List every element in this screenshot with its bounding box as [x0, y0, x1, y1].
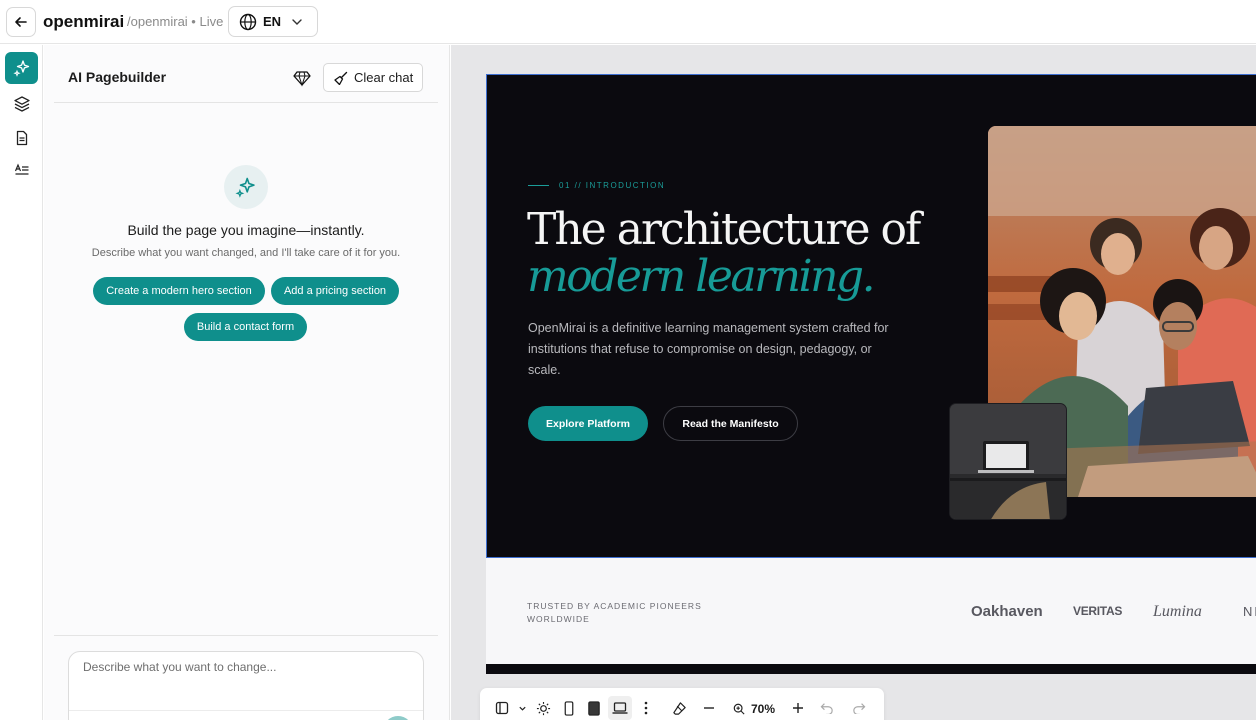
- tablet-view-button[interactable]: [586, 700, 602, 716]
- logo-lumina: Lumina: [1153, 603, 1202, 620]
- logo-oakhaven: Oakhaven: [971, 603, 1043, 620]
- rail-ai-builder-button[interactable]: [5, 52, 38, 84]
- plus-icon: [793, 703, 803, 713]
- zoom-icon-wrap: [732, 701, 746, 717]
- trusted-by-section[interactable]: TRUSTED BY ACADEMIC PIONEERS WORLDWIDE O…: [486, 558, 1256, 664]
- layers-icon: [13, 96, 30, 112]
- eraser-button[interactable]: [671, 700, 687, 716]
- top-bar: openmirai /openmirai • Live EN: [0, 0, 1256, 44]
- eyebrow-line: [528, 185, 549, 186]
- hero-photo-laptop: [949, 403, 1067, 520]
- document-icon: [16, 130, 27, 146]
- prompt-divider: [69, 710, 423, 711]
- next-section-edge: [486, 664, 1256, 674]
- zoom-out-button[interactable]: [701, 700, 717, 716]
- zoom-in-icon: [733, 703, 745, 715]
- eraser-icon: [672, 701, 686, 715]
- hero-headline-accent: modern learning.: [527, 251, 876, 302]
- broom-icon: [334, 71, 348, 85]
- trusted-label: TRUSTED BY ACADEMIC PIONEERS WORLDWIDE: [527, 601, 702, 624]
- clear-chat-button[interactable]: Clear chat: [323, 63, 423, 92]
- theme-toggle-button[interactable]: [535, 700, 551, 716]
- more-vertical-icon: [644, 701, 648, 715]
- hero-headline: The architecture of: [527, 204, 921, 255]
- language-label: EN: [263, 14, 282, 29]
- redo-icon: [853, 703, 866, 714]
- empty-state-subtitle: Describe what you want changed, and I'll…: [91, 247, 401, 259]
- empty-state-badge: [224, 165, 268, 209]
- desktop-view-icon-wrap: [612, 700, 628, 716]
- read-manifesto-button[interactable]: Read the Manifesto: [663, 406, 798, 441]
- zoom-level[interactable]: 70%: [751, 702, 775, 716]
- app-path-status: /openmirai • Live: [127, 14, 224, 29]
- chevron-down-icon: [518, 706, 526, 711]
- chevron-down-icon: [292, 18, 302, 25]
- phone-icon: [564, 700, 574, 716]
- page-preview-frame: 01 // INTRODUCTION The architecture of m…: [486, 74, 1256, 674]
- redo-button[interactable]: [851, 700, 867, 716]
- suggestion-pricing-section[interactable]: Add a pricing section: [271, 277, 399, 305]
- panel-menu-dropdown[interactable]: [516, 700, 528, 716]
- more-options-button[interactable]: [640, 700, 652, 716]
- explore-platform-button[interactable]: Explore Platform: [528, 406, 648, 441]
- panel-divider: [54, 635, 438, 636]
- panel-divider: [54, 102, 438, 103]
- sparkles-icon: [12, 60, 29, 77]
- undo-button[interactable]: [819, 700, 835, 716]
- rail-pages-button[interactable]: [5, 122, 38, 154]
- logo-veritas: VERITAS: [1073, 604, 1123, 618]
- hero-description: OpenMirai is a definitive learning manag…: [528, 321, 889, 377]
- sidebar-rail: [0, 45, 43, 720]
- sparkles-icon: [235, 177, 255, 198]
- toggle-panel-button[interactable]: [494, 700, 510, 716]
- sun-icon: [536, 701, 550, 715]
- preview-canvas: 01 // INTRODUCTION The architecture of m…: [451, 45, 1256, 720]
- sidebar-toggle-icon: [495, 701, 509, 715]
- suggestion-hero-section[interactable]: Create a modern hero section: [93, 277, 265, 305]
- undo-icon: [820, 703, 833, 714]
- hero-section[interactable]: 01 // INTRODUCTION The architecture of m…: [486, 74, 1256, 558]
- hero-eyebrow: 01 // INTRODUCTION: [528, 181, 665, 190]
- send-button[interactable]: [383, 716, 413, 720]
- eyebrow-text: 01 // INTRODUCTION: [559, 181, 666, 190]
- panel-title: AI Pagebuilder: [68, 69, 167, 85]
- text-styles-icon: [14, 163, 28, 175]
- arrow-left-icon: [15, 17, 27, 27]
- tablet-icon: [588, 700, 600, 716]
- rail-text-button[interactable]: [5, 154, 38, 186]
- mobile-view-button[interactable]: [561, 700, 577, 716]
- app-title: openmirai: [43, 12, 125, 31]
- minus-icon: [704, 707, 714, 709]
- canvas-toolbar: 70%: [480, 688, 884, 720]
- laptop-icon: [612, 702, 628, 714]
- suggestion-contact-form[interactable]: Build a contact form: [184, 313, 307, 341]
- zoom-in-button[interactable]: [790, 700, 806, 716]
- language-selector[interactable]: EN: [228, 6, 318, 37]
- globe-icon: [239, 13, 257, 30]
- rail-layers-button[interactable]: [5, 88, 38, 120]
- ai-pagebuilder-panel: AI Pagebuilder Clear chat Build the page…: [44, 45, 450, 720]
- diamond-icon[interactable]: [293, 69, 311, 87]
- prompt-input[interactable]: [83, 660, 403, 674]
- logo-ne: NE: [1243, 604, 1256, 619]
- back-button[interactable]: [6, 7, 36, 37]
- clear-chat-label: Clear chat: [354, 70, 414, 85]
- prompt-box: [68, 651, 424, 720]
- empty-state-title: Build the page you imagine—instantly.: [127, 222, 365, 238]
